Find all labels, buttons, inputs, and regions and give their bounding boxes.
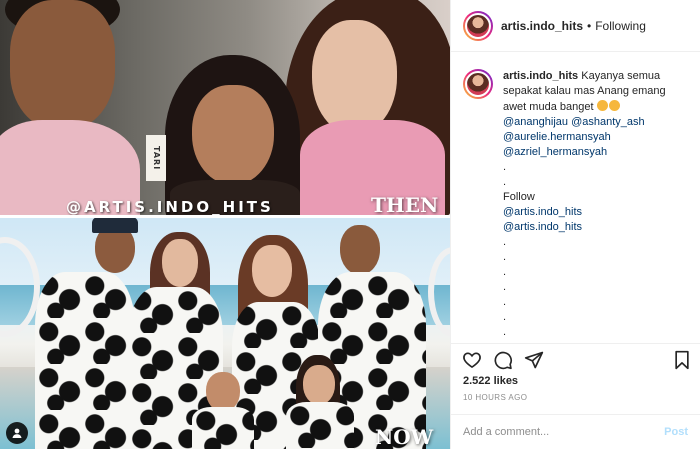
header-username[interactable]: artis.indo_hits bbox=[501, 19, 583, 33]
photo-now-section bbox=[0, 217, 450, 449]
caption-username[interactable]: artis.indo_hits bbox=[503, 70, 578, 82]
dot-separator: . bbox=[503, 296, 507, 308]
photo-watermark: @ARTIS.INDO_HITS bbox=[66, 198, 274, 216]
share-icon[interactable] bbox=[524, 350, 544, 375]
dot-separator: . bbox=[503, 326, 507, 338]
comment-icon[interactable] bbox=[493, 350, 513, 375]
dot-separator: . bbox=[503, 311, 507, 323]
post-side-panel: artis.indo_hits • Following artis.indo_h… bbox=[450, 0, 700, 449]
following-button[interactable]: Following bbox=[595, 19, 646, 33]
heart-eyes-emoji-icon bbox=[608, 100, 620, 111]
post-timestamp: 10 HOURS AGO bbox=[463, 393, 528, 402]
header-separator: • bbox=[587, 18, 592, 33]
mention-link[interactable]: @azriel_hermansyah bbox=[503, 145, 683, 160]
now-label: NOW bbox=[375, 425, 434, 449]
mention-link[interactable]: @ananghijau bbox=[503, 116, 568, 128]
follow-text: Follow bbox=[503, 191, 535, 203]
action-bar bbox=[451, 343, 700, 373]
dot-separator: . bbox=[503, 236, 507, 248]
background-sign: TARI bbox=[146, 135, 166, 181]
dot-separator: . bbox=[503, 176, 507, 188]
post-header: artis.indo_hits • Following bbox=[451, 0, 700, 52]
comment-form: Post bbox=[451, 414, 700, 449]
avatar[interactable] bbox=[463, 10, 493, 41]
comment-input[interactable] bbox=[463, 426, 665, 438]
mention-link[interactable]: @ashanty_ash bbox=[571, 116, 645, 128]
photo-then-section: TARI @ARTIS.INDO_HITS THEN bbox=[0, 0, 450, 217]
cap bbox=[92, 217, 138, 233]
caption-avatar[interactable] bbox=[463, 69, 493, 99]
mention-link[interactable]: @aurelie.hermansyah bbox=[503, 131, 611, 143]
user-tag-icon[interactable] bbox=[6, 422, 28, 444]
mention-link[interactable]: @artis.indo_hits bbox=[503, 205, 683, 220]
like-count[interactable]: 2.522 likes bbox=[463, 375, 518, 387]
post-photo[interactable]: TARI @ARTIS.INDO_HITS THEN NOW bbox=[0, 0, 450, 449]
heart-icon[interactable] bbox=[462, 350, 482, 375]
comments-section: artis.indo_hits Kayanya semua sepakat ka… bbox=[451, 53, 700, 343]
bookmark-icon[interactable] bbox=[673, 350, 691, 375]
dot-separator: . bbox=[503, 266, 507, 278]
then-label: THEN bbox=[371, 193, 439, 217]
caption-text: artis.indo_hits Kayanya semua sepakat ka… bbox=[503, 69, 683, 343]
photo-divider bbox=[0, 215, 450, 218]
heart-eyes-emoji-icon bbox=[596, 100, 608, 111]
mention-link[interactable]: @artis.indo_hits bbox=[503, 220, 683, 235]
caption-comment: artis.indo_hits Kayanya semua sepakat ka… bbox=[463, 69, 688, 343]
dot-separator: . bbox=[503, 161, 507, 173]
post-button[interactable]: Post bbox=[664, 426, 688, 438]
dot-separator: . bbox=[503, 281, 507, 293]
dot-separator: . bbox=[503, 251, 507, 263]
